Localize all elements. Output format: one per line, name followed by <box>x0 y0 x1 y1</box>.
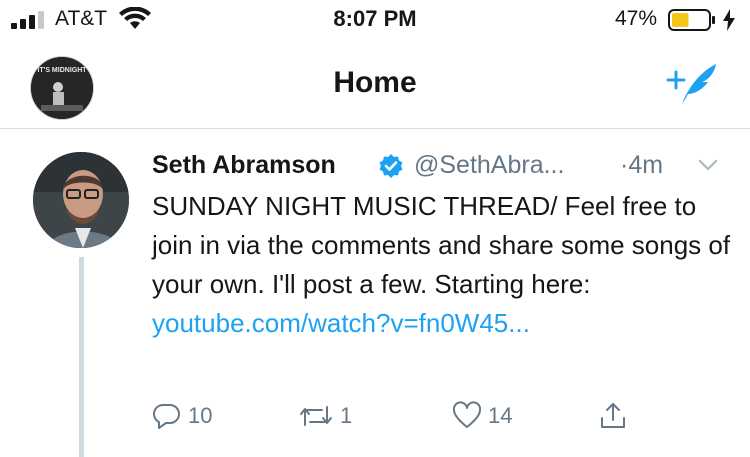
status-bar: AT&T 8:07 PM 47% <box>0 0 750 40</box>
charging-bolt-icon <box>723 9 735 31</box>
author-avatar[interactable] <box>33 152 129 248</box>
like-button[interactable]: 14 <box>452 399 512 433</box>
retweet-icon <box>300 406 332 426</box>
reply-count: 10 <box>188 403 213 428</box>
tweet-text: SUNDAY NIGHT MUSIC THREAD/ Feel free to … <box>152 191 731 299</box>
top-navbar: IT'S MIDNIGHT Home <box>0 40 750 129</box>
author-handle[interactable]: @SethAbra... <box>414 151 564 180</box>
tweet-timestamp[interactable]: ·4m <box>620 151 663 180</box>
tweet-link[interactable]: youtube.com/watch?v=fn0W45... <box>152 308 530 338</box>
tweet[interactable]: Seth Abramson @SethAbra... ·4m SUNDAY NI… <box>0 129 750 457</box>
timestamp-value: 4m <box>628 151 664 179</box>
reply-icon <box>153 403 180 429</box>
verified-badge-icon <box>379 154 403 178</box>
author-display-name[interactable]: Seth Abramson <box>152 151 336 180</box>
heart-icon <box>452 401 482 428</box>
like-count: 14 <box>488 403 513 428</box>
share-button[interactable] <box>598 399 628 433</box>
chevron-down-icon[interactable] <box>697 157 719 173</box>
retweet-button[interactable]: 1 <box>298 399 352 433</box>
tweet-actions: 10 1 14 <box>152 399 652 435</box>
battery-percent: 47% <box>615 7 658 30</box>
page-title: Home <box>333 66 417 99</box>
share-icon <box>601 403 625 428</box>
retweet-count: 1 <box>340 403 353 428</box>
compose-tweet-icon[interactable] <box>664 58 722 110</box>
author-photo <box>33 152 129 248</box>
thread-connector-line <box>79 257 84 457</box>
battery-icon <box>668 9 715 31</box>
reply-button[interactable]: 10 <box>152 399 212 433</box>
tweet-body: SUNDAY NIGHT MUSIC THREAD/ Feel free to … <box>152 187 737 343</box>
